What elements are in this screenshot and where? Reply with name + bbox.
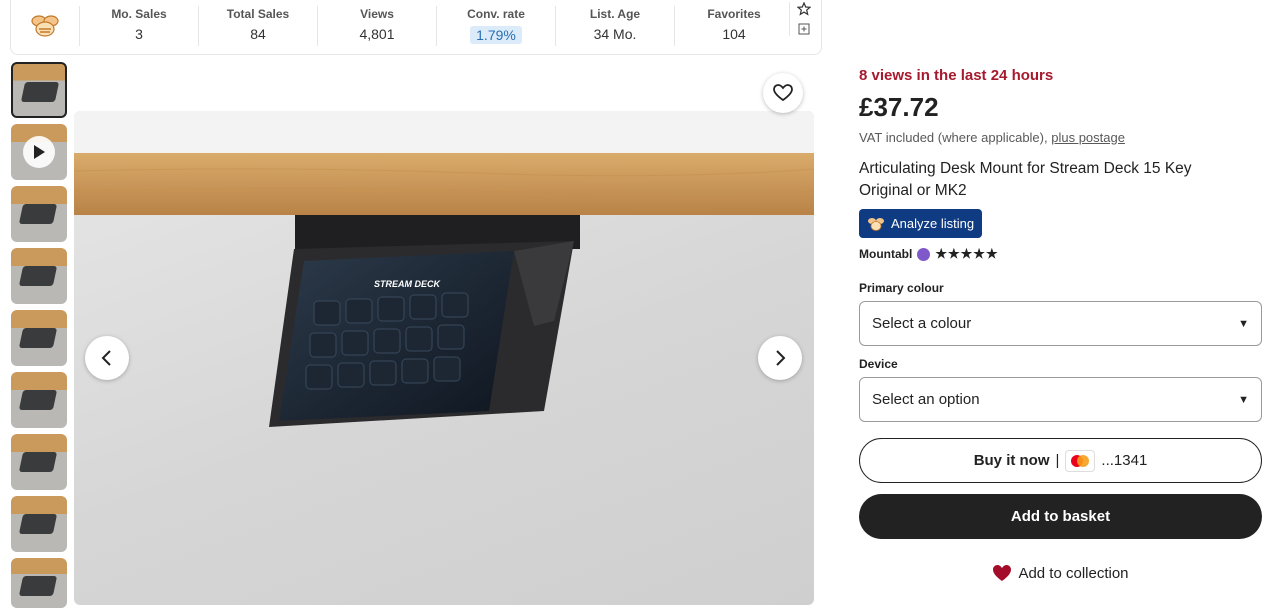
thumbnail-device [18,390,58,410]
stat-label: Conv. rate [467,7,525,21]
device-label: Device [859,357,898,371]
add-to-basket-button[interactable]: Add to basket [859,494,1262,539]
add-to-collection-button[interactable]: Add to collection [859,560,1262,586]
dropdown-caret-icon: ▼ [1238,317,1249,330]
thumbnail[interactable] [11,310,67,366]
stat-total-sales: Total Sales 84 [198,6,317,46]
thumbnail[interactable] [11,496,67,552]
stat-label: Mo. Sales [111,7,167,21]
favorite-button[interactable] [763,73,803,113]
dropdown-caret-icon: ▼ [1238,393,1249,406]
video-thumbnail[interactable] [11,124,67,180]
stat-value: 104 [722,26,746,42]
stat-label: Total Sales [226,7,290,21]
buy-it-now-button[interactable]: Buy it now | ...1341 [859,438,1262,483]
buy-now-separator: | [1055,452,1060,469]
stat-value: 3 [135,26,143,42]
play-icon [23,136,55,168]
device-value: Select an option [872,391,980,408]
thumbnail-strip [11,62,69,608]
stream-deck-label: STREAM DECK [374,279,442,289]
shop-info: Mountabl ★★★★★ [859,246,999,262]
vat-note: VAT included (where applicable), plus po… [859,130,1125,145]
thumbnail[interactable] [11,372,67,428]
thumbnail[interactable] [11,186,67,242]
listing-title: Articulating Desk Mount for Stream Deck … [859,160,1192,199]
card-suffix: ...1341 [1101,452,1148,469]
star-outline-icon[interactable] [796,2,811,16]
thumbnail-device [18,204,58,224]
add-box-icon[interactable] [797,22,811,36]
thumbnail-device [18,514,58,534]
buy-now-label: Buy it now [973,452,1050,469]
postage-link[interactable]: plus postage [1051,130,1125,145]
rating-stars[interactable]: ★★★★★ [935,246,998,262]
stat-conv-rate: Conv. rate 1.79% [436,6,555,46]
thumbnail-device [20,82,60,102]
thumbnail-device [18,452,58,472]
previous-image-button[interactable] [85,336,129,380]
thumbnail[interactable] [11,62,67,118]
next-image-button[interactable] [758,336,802,380]
stat-value: 4,801 [359,26,395,42]
device-select[interactable]: Select an option ▼ [859,377,1262,422]
thumbnail[interactable] [11,248,67,304]
stat-label: List. Age [589,7,641,21]
stat-listing-age: List. Age 34 Mo. [555,6,674,46]
bee-icon [868,217,884,231]
stat-views: Views 4,801 [317,6,436,46]
stat-label: Views [360,7,394,21]
shop-name[interactable]: Mountabl [859,247,912,261]
price: £37.72 [859,92,939,122]
main-product-image: STREAM DECK [74,111,814,605]
conv-rate-badge: 1.79% [470,26,522,44]
heart-outline-icon [773,84,793,102]
heart-filled-icon [993,565,1012,581]
thumbnail-device [18,328,58,348]
stat-favorites: Favorites 104 [674,6,793,46]
stats-tools [789,2,811,36]
stat-value: 84 [250,26,266,42]
thumbnail[interactable] [11,558,67,608]
primary-colour-select[interactable]: Select a colour ▼ [859,301,1262,346]
primary-colour-label: Primary colour [859,281,944,295]
vat-text: VAT included (where applicable), [859,130,1048,145]
stats-bar: Mo. Sales 3 Total Sales 84 Views 4,801 C… [10,0,822,55]
star-seller-badge-icon [917,247,931,261]
analyze-label: Analyze listing [891,216,975,231]
thumbnail-device [18,576,58,596]
analyze-listing-button[interactable]: Analyze listing [859,209,983,238]
stat-mo-sales: Mo. Sales 3 [79,6,198,46]
stat-label: Favorites [707,7,761,21]
add-to-collection-label: Add to collection [1018,564,1129,582]
product-photo: STREAM DECK [74,111,814,427]
bee-logo-icon[interactable] [11,0,79,54]
thumbnail-device [18,266,58,286]
stat-value: 34 Mo. [593,26,637,42]
primary-colour-value: Select a colour [872,315,972,332]
chevron-right-icon [776,350,786,366]
thumbnail[interactable] [11,434,67,490]
chevron-left-icon [101,350,111,366]
views-alert: 8 views in the last 24 hours [859,67,1054,84]
mastercard-icon [1065,449,1096,472]
